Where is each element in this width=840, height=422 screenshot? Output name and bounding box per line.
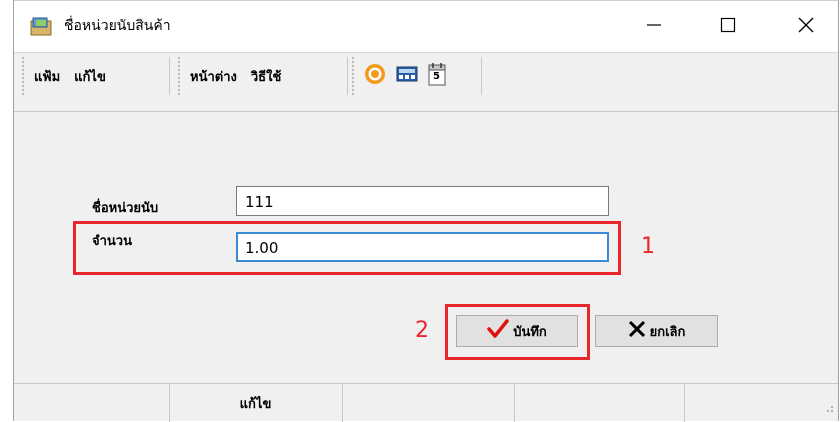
status-bar: แก้ไข	[14, 383, 838, 422]
menu-item-edit[interactable]: แก้ไข	[74, 66, 106, 87]
save-button[interactable]: บันทึก	[456, 315, 578, 347]
menu-group-window: หน้าต่าง วิธีใช้	[178, 57, 348, 95]
calendar-icon[interactable]: 5	[428, 62, 446, 90]
annotation-marker-2: 2	[415, 318, 429, 343]
maximize-button[interactable]	[708, 9, 748, 45]
cancel-button[interactable]: ยกเลิก	[595, 315, 718, 347]
toolbar-icons: 5	[352, 57, 482, 95]
title-bar[interactable]: ชื่อหน่วยนับสินค้า	[14, 0, 838, 52]
form-area: ชื่อหน่วยนับ 111 จำนวน 1.00 1 2 บันทึก ย…	[14, 112, 838, 382]
orange-target-icon[interactable]	[364, 63, 386, 89]
cancel-label: ยกเลิก	[649, 324, 686, 340]
maximize-icon	[720, 17, 736, 37]
menu-item-help[interactable]: วิธีใช้	[251, 66, 281, 87]
calendar-number: 5	[433, 71, 440, 82]
close-button[interactable]	[786, 9, 826, 45]
quantity-field[interactable]: 1.00	[236, 232, 609, 262]
minimize-button[interactable]	[634, 9, 674, 45]
menu-group-file: แฟ้ม แก้ไข	[22, 57, 170, 95]
status-cell-1	[14, 384, 170, 422]
close-icon	[798, 17, 814, 37]
checkmark-icon	[487, 319, 509, 343]
minimize-icon	[646, 17, 662, 37]
x-icon	[628, 320, 646, 342]
unit-name-field[interactable]: 111	[236, 186, 609, 216]
app-window: ชื่อหน่วยนับสินค้า แฟ้ม แก้ไข หน้าต่าง ว…	[13, 0, 839, 422]
menu-item-window[interactable]: หน้าต่าง	[190, 66, 237, 87]
calculator-icon[interactable]	[396, 65, 418, 87]
status-cell-4	[514, 384, 685, 422]
app-folder-icon	[30, 15, 52, 37]
save-label: บันทึก	[513, 324, 547, 340]
quantity-label: จำนวน	[92, 234, 132, 249]
menu-item-file[interactable]: แฟ้ม	[34, 66, 60, 87]
menu-bar: แฟ้ม แก้ไข หน้าต่าง วิธีใช้ 5	[14, 52, 838, 112]
status-cell-mode: แก้ไข	[169, 384, 343, 422]
annotation-marker-1: 1	[641, 234, 655, 259]
window-title: ชื่อหน่วยนับสินค้า	[64, 18, 171, 34]
unit-name-label: ชื่อหน่วยนับ	[92, 201, 159, 216]
status-mode: แก้ไข	[239, 396, 272, 412]
resize-grip-icon[interactable]	[822, 398, 834, 417]
status-cell-3	[342, 384, 515, 422]
